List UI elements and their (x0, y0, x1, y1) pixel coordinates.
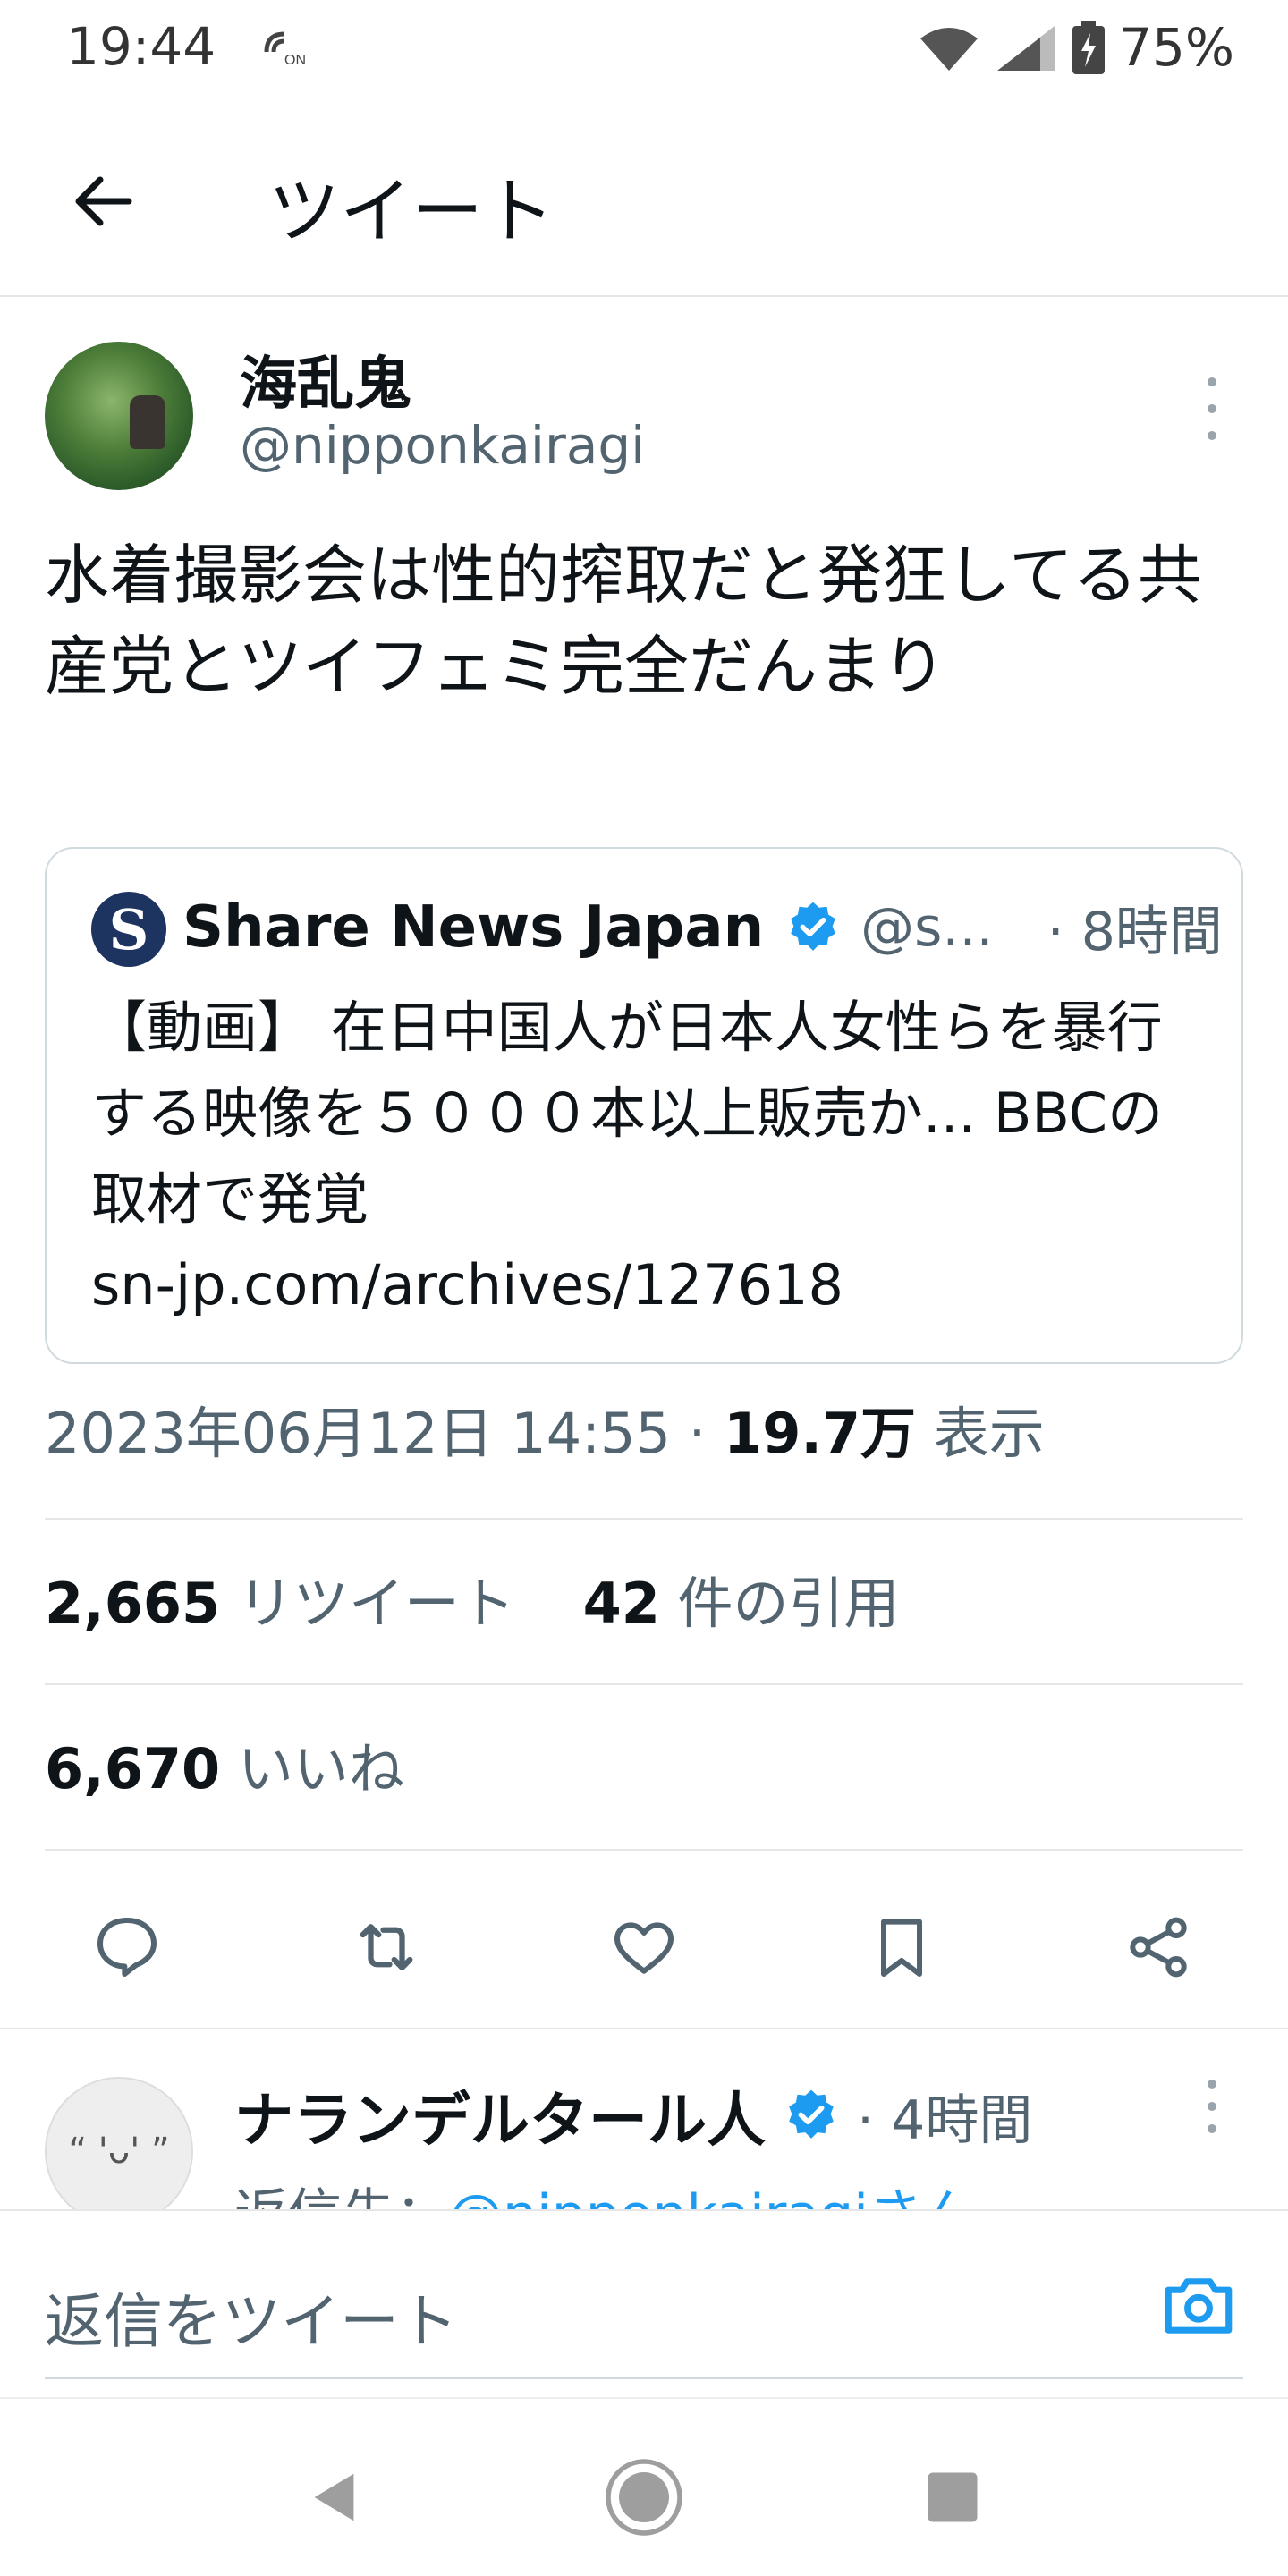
quotes-stat[interactable]: 42 件の引用 (583, 1571, 900, 1636)
nav-recents-button[interactable] (908, 2453, 997, 2542)
verified-badge-icon (791, 902, 835, 951)
more-dot-icon (1208, 2080, 1216, 2089)
back-button[interactable] (63, 161, 143, 242)
quoted-tweet-text: 【動画】 在日中国人が日本人女性らを暴行する映像を５０００本以上販売か... B… (91, 995, 1164, 1232)
author-display-name[interactable]: 海乱鬼 (240, 338, 411, 420)
quoted-tweet-header: Share News Japan @s... · 8時間 (182, 888, 1223, 966)
reply-tweet[interactable]: “ 'ᴗ' ” ナランデルタール人 · 4時間 返信先：@nipponkaira… (0, 1733, 1288, 2209)
reply-author-avatar[interactable]: “ 'ᴗ' ” (45, 2077, 193, 2209)
reply-compose-bar: 返信をツイート (0, 2209, 1288, 2393)
quoted-tweet-card[interactable]: S Share News Japan @s... · 8時間 【動画】 在日中国… (45, 847, 1243, 1364)
arrow-left-icon (75, 176, 132, 226)
triangle-back-icon (314, 2473, 354, 2521)
tweet-timestamp: 2023年06月12日 14:55 · 19.7万 表示 (45, 1388, 1045, 1469)
status-bar: 19:44 ON 75% (0, 0, 1288, 98)
more-dot-icon (1208, 2124, 1216, 2133)
quoted-tweet-body: 【動画】 在日中国人が日本人女性らを暴行する映像を５０００本以上販売か... B… (91, 985, 1200, 1328)
battery-charging-icon (1072, 21, 1106, 74)
quoted-tweet-link[interactable]: sn-jp.com/archives/127618 (91, 1252, 843, 1318)
square-recents-icon (928, 2472, 978, 2522)
circle-home-icon (606, 2459, 682, 2536)
compose-underline (45, 2377, 1243, 2379)
more-dot-icon (1208, 431, 1216, 440)
quoted-author-handle: @s... (860, 895, 994, 959)
battery-percent: 75% (1119, 17, 1234, 78)
avatar-photo-figure (130, 395, 165, 449)
quotes-label: 件の引用 (659, 1571, 900, 1636)
reply-input[interactable]: 返信をツイート (45, 2274, 458, 2360)
status-icons: 75% (917, 16, 1234, 79)
camera-icon[interactable] (1158, 2265, 1239, 2345)
svg-text:ON: ON (284, 53, 306, 68)
more-dot-icon (1208, 404, 1216, 413)
quoted-author-logo: S (91, 892, 166, 967)
timestamp-text: 2023年06月12日 14:55 · (45, 1401, 724, 1466)
views-count: 19.7万 (724, 1401, 917, 1466)
status-time: 19:44 (66, 16, 216, 77)
more-dot-icon (1208, 377, 1216, 386)
page-title: ツイート (268, 170, 555, 253)
quotes-count: 42 (582, 1571, 660, 1636)
quoted-author-name: Share News Japan (182, 894, 765, 961)
reply-header: ナランデルタール人 · 4時間 (234, 2072, 1032, 2158)
system-navigation-bar (0, 2397, 1288, 2576)
divider (45, 1683, 1243, 1685)
reply-author-name: ナランデルタール人 (234, 2086, 766, 2155)
retweets-count: 2,665 (45, 1571, 221, 1636)
retweets-label: リツイート (220, 1571, 515, 1636)
verified-badge-icon (789, 2089, 834, 2139)
reply-to-prefix: 返信先： (234, 2183, 449, 2209)
views-label: 表示 (916, 1401, 1045, 1466)
author-handle[interactable]: @nipponkairagi (240, 415, 645, 476)
cellular-signal-icon (997, 26, 1055, 71)
reply-time: · 4時間 (857, 2089, 1033, 2152)
quoted-tweet-time: · 8時間 (1046, 901, 1223, 963)
app-header: ツイート (0, 98, 1288, 297)
retweet-quote-stats: 2,665 リツイート 42 件の引用 (45, 1558, 900, 1639)
nav-home-button[interactable] (599, 2453, 689, 2542)
reply-to-line: 返信先：@nipponkairagiさん (234, 2171, 976, 2209)
avatar[interactable] (45, 342, 193, 490)
nav-back-button[interactable] (291, 2453, 380, 2542)
wifi-icon (920, 28, 979, 71)
reply-to-handle-link[interactable]: @nipponkairagiさん (449, 2183, 976, 2209)
nfc-on-icon: ON (264, 31, 306, 68)
more-dot-icon (1208, 2102, 1216, 2111)
reply-more-options-button[interactable] (1194, 2080, 1230, 2133)
retweets-stat[interactable]: 2,665 リツイート (45, 1571, 515, 1636)
divider (45, 1518, 1243, 1520)
tweet-text: 水着撮影会は性的搾取だと発狂してる共産党とツイフェミ完全だんまり (45, 538, 1202, 704)
more-options-button[interactable] (1194, 377, 1230, 440)
